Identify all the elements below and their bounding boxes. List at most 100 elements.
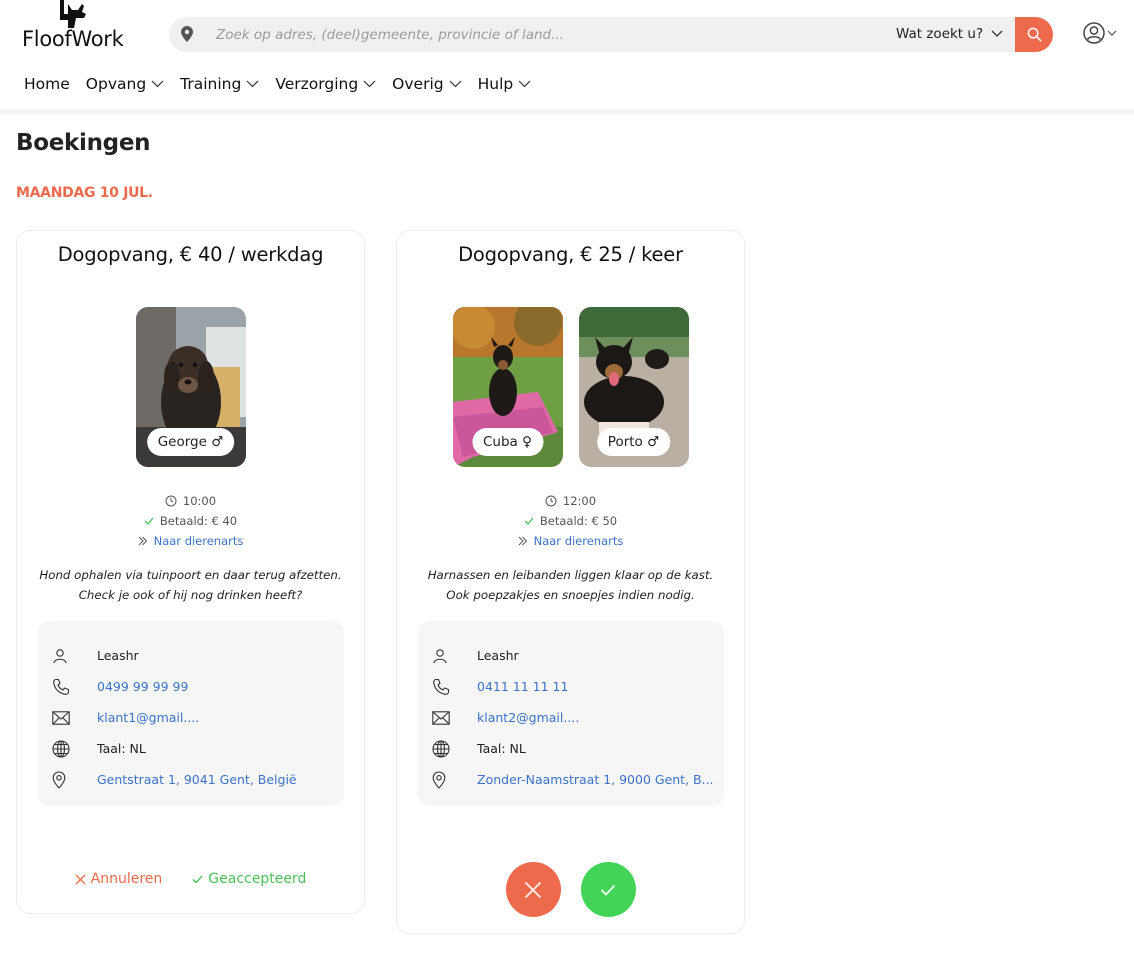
customer-email-link[interactable]: klant2@gmail.... xyxy=(477,710,717,725)
pet-name-tag: Porto ♂ xyxy=(596,428,671,456)
phone-icon xyxy=(433,678,450,695)
category-dropdown-label: Wat zoekt u? xyxy=(896,26,984,42)
nav-item-training[interactable]: Training xyxy=(180,72,259,96)
customer-name-row: Leashr xyxy=(52,640,344,671)
vet-link[interactable]: Naar dierenarts xyxy=(154,534,244,548)
booking-meta: 12:00 Betaald: € 50 Naar dierenarts xyxy=(397,493,744,548)
booking-card: Dogopvang, € 40 / werkdag George ♂ 10:00… xyxy=(16,230,365,914)
globe-icon xyxy=(52,739,70,758)
location-pin-icon xyxy=(432,770,446,789)
category-dropdown[interactable]: Wat zoekt u? xyxy=(896,17,1003,52)
male-icon: ♂ xyxy=(211,434,224,450)
customer-contact-panel: Leashr 0411 11 11 11 klant2@gmail.... Ta… xyxy=(418,621,724,806)
booking-meta: 10:00 Betaald: € 40 Naar dierenarts xyxy=(17,493,364,548)
nav-item-verzorging[interactable]: Verzorging xyxy=(275,72,376,96)
customer-language-row: Taal: NL xyxy=(52,733,344,764)
decline-booking-button[interactable] xyxy=(505,862,561,917)
clock-icon xyxy=(165,495,177,506)
pet-list: Cuba ♀ Porto ♂ xyxy=(397,307,744,467)
nav-item-opvang[interactable]: Opvang xyxy=(86,72,164,96)
chevron-down-icon xyxy=(449,80,462,88)
double-chevron-right-icon xyxy=(138,536,147,545)
clock-icon xyxy=(545,495,557,506)
double-chevron-right-icon xyxy=(518,536,527,545)
accepted-status: Geaccepteerd xyxy=(192,871,306,887)
location-pin-icon xyxy=(52,770,66,789)
main-nav: Home Opvang Training Verzorging Overig H… xyxy=(24,72,531,96)
chevron-down-icon xyxy=(246,80,259,88)
booking-card: Dogopvang, € 25 / keer Cuba ♀ Porto ♂ 12… xyxy=(396,230,745,934)
booking-date-heading: MAANDAG 10 JUL. xyxy=(16,185,153,201)
page-title: Boekingen xyxy=(16,130,151,156)
female-icon: ♀ xyxy=(522,434,533,450)
chevron-down-icon xyxy=(363,80,376,88)
user-icon xyxy=(53,648,67,663)
pet-photo-porto[interactable]: Porto ♂ xyxy=(578,307,689,467)
booking-actions: Annuleren Geaccepteerd xyxy=(17,871,364,887)
booking-note: Harnassen en leibanden liggen klaar op d… xyxy=(427,568,714,602)
pet-name-tag: Cuba ♀ xyxy=(471,428,544,456)
payment-status: Betaald: € 40 xyxy=(144,513,237,528)
chevron-down-icon xyxy=(1107,30,1117,36)
brand-name: FloofWork xyxy=(22,27,124,51)
booking-note: Hond ophalen via tuinpoort en daar terug… xyxy=(39,568,342,602)
vet-link-row: Naar dierenarts xyxy=(138,533,244,548)
customer-contact-panel: Leashr 0499 99 99 99 klant1@gmail.... Ta… xyxy=(38,621,344,806)
pet-list: George ♂ xyxy=(17,307,364,467)
envelope-icon xyxy=(432,710,450,725)
chevron-down-icon xyxy=(991,30,1003,37)
booking-title: Dogopvang, € 40 / werkdag xyxy=(57,243,324,266)
chevron-down-icon xyxy=(151,80,164,88)
customer-phone-link[interactable]: 0499 99 99 99 xyxy=(97,679,337,694)
close-icon xyxy=(75,874,86,884)
customer-address-row: Gentstraat 1, 9041 Gent, België xyxy=(52,764,344,795)
customer-email-row: klant2@gmail.... xyxy=(432,702,724,733)
vet-link[interactable]: Naar dierenarts xyxy=(534,534,624,548)
customer-address-row: Zonder-Naamstraat 1, 9000 Gent, B... xyxy=(432,764,724,795)
check-icon xyxy=(524,517,534,525)
customer-phone-row: 0411 11 11 11 xyxy=(432,671,724,702)
dog-logo-icon xyxy=(60,0,86,28)
customer-email-row: klant1@gmail.... xyxy=(52,702,344,733)
brand-logo[interactable]: FloofWork xyxy=(22,0,132,56)
search-button[interactable] xyxy=(1015,17,1053,52)
check-icon xyxy=(192,875,203,883)
customer-language-row: Taal: NL xyxy=(432,733,724,764)
vet-link-row: Naar dierenarts xyxy=(518,533,624,548)
user-icon xyxy=(433,648,447,663)
close-icon xyxy=(524,881,542,898)
payment-status: Betaald: € 50 xyxy=(524,513,617,528)
booking-time: 12:00 xyxy=(545,493,596,508)
customer-address-link[interactable]: Zonder-Naamstraat 1, 9000 Gent, B... xyxy=(477,772,717,787)
check-icon xyxy=(144,517,154,525)
booking-time: 10:00 xyxy=(165,493,216,508)
booking-title: Dogopvang, € 25 / keer xyxy=(458,243,683,266)
customer-email-link[interactable]: klant1@gmail.... xyxy=(97,710,337,725)
customer-phone-link[interactable]: 0411 11 11 11 xyxy=(477,679,717,694)
search-bar: Wat zoekt u? xyxy=(169,17,1053,52)
phone-icon xyxy=(53,678,70,695)
pet-photo-cuba[interactable]: Cuba ♀ xyxy=(452,307,563,467)
pet-name-tag: George ♂ xyxy=(146,428,235,456)
nav-item-hulp[interactable]: Hulp xyxy=(478,72,532,96)
check-icon xyxy=(600,884,616,896)
booking-actions xyxy=(397,862,744,917)
pet-photo-george[interactable]: George ♂ xyxy=(135,307,246,467)
search-icon xyxy=(1027,27,1041,42)
male-icon: ♂ xyxy=(647,434,660,450)
envelope-icon xyxy=(52,710,70,725)
accept-booking-button[interactable] xyxy=(580,862,636,917)
globe-icon xyxy=(432,739,450,758)
user-menu[interactable] xyxy=(1083,22,1117,44)
customer-name-row: Leashr xyxy=(432,640,724,671)
user-circle-icon xyxy=(1083,22,1105,44)
chevron-down-icon xyxy=(518,80,531,88)
map-pin-icon xyxy=(181,26,193,42)
nav-item-overig[interactable]: Overig xyxy=(392,72,462,96)
cancel-booking-button[interactable]: Annuleren xyxy=(75,871,162,887)
customer-address-link[interactable]: Gentstraat 1, 9041 Gent, België xyxy=(97,772,337,787)
search-input[interactable] xyxy=(216,17,846,52)
nav-item-home[interactable]: Home xyxy=(24,72,70,96)
site-header: FloofWork Wat zoekt u? Home Opvang Tr xyxy=(0,0,1134,114)
customer-phone-row: 0499 99 99 99 xyxy=(52,671,344,702)
